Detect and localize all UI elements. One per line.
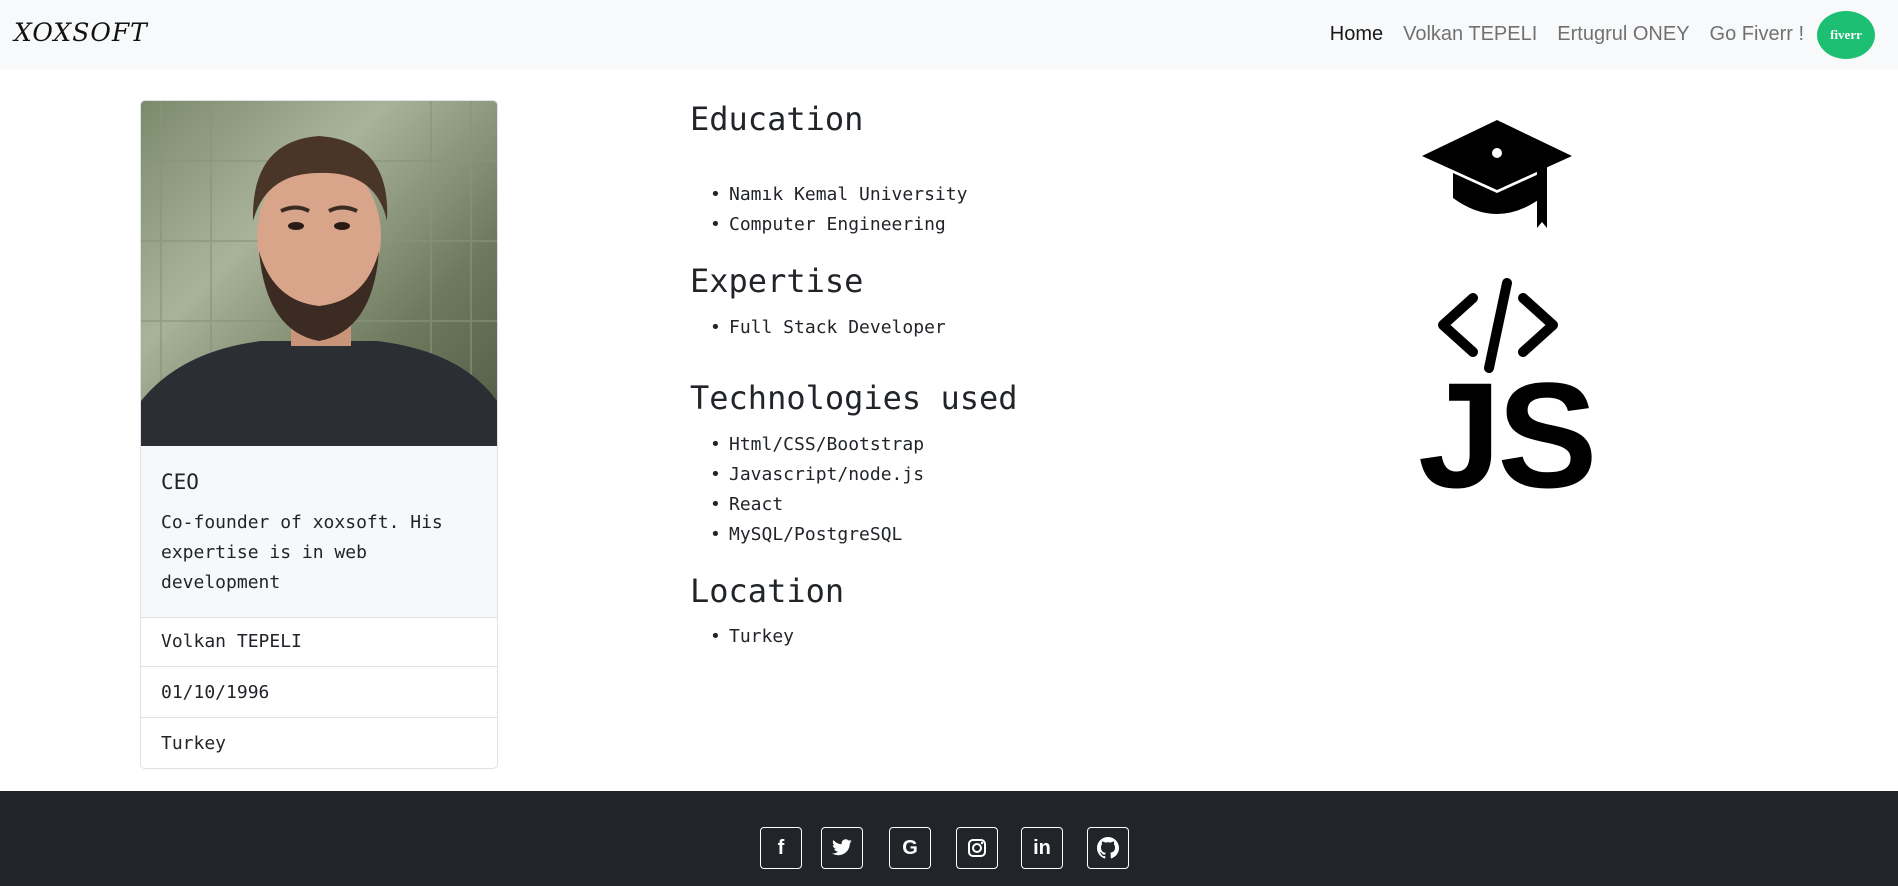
location-heading: Location bbox=[690, 572, 845, 610]
fiverr-logo-text: fiverr bbox=[1830, 27, 1862, 42]
twitter-icon[interactable]: t bbox=[821, 827, 863, 869]
instagram-camera-icon bbox=[968, 839, 986, 857]
instagram-icon[interactable]: ◎ bbox=[956, 827, 998, 869]
expertise-list: Full Stack Developer bbox=[690, 313, 946, 343]
profile-title: CEO bbox=[161, 470, 199, 494]
profile-country: Turkey bbox=[161, 733, 227, 754]
education-heading: Education bbox=[690, 100, 864, 138]
technologies-heading: Technologies used bbox=[690, 379, 1018, 417]
list-item: Turkey bbox=[690, 622, 794, 652]
list-item: Html/CSS/Bootstrap bbox=[690, 430, 924, 460]
education-list: Namık Kemal University Computer Engineer… bbox=[690, 180, 967, 240]
list-item: React bbox=[690, 490, 924, 520]
facebook-icon[interactable]: f bbox=[760, 827, 802, 869]
nav-links: Home Volkan TEPELI Ertugrul ONEY Go Five… bbox=[1310, 0, 1804, 69]
technologies-list: Html/CSS/Bootstrap Javascript/node.js Re… bbox=[690, 430, 924, 550]
profile-description: Co-founder of xoxsoft. His expertise is … bbox=[161, 512, 443, 593]
nav-ertugrul-oney[interactable]: Ertugrul ONEY bbox=[1557, 23, 1689, 46]
list-item: Javascript/node.js bbox=[690, 460, 924, 490]
google-icon[interactable]: G bbox=[889, 827, 931, 869]
profile-card: CEO Co-founder of xoxsoft. His expertise… bbox=[140, 100, 498, 769]
google-glyph: G bbox=[902, 836, 918, 859]
brand-logo[interactable]: XOXSOFT bbox=[14, 18, 148, 47]
list-item: Full Stack Developer bbox=[690, 313, 946, 343]
list-item: Computer Engineering bbox=[690, 210, 967, 240]
nav-go-fiverr[interactable]: Go Fiverr ! bbox=[1710, 23, 1804, 46]
list-item: MySQL/PostgreSQL bbox=[690, 520, 924, 550]
profile-photo bbox=[141, 101, 497, 446]
github-icon[interactable]: gh bbox=[1087, 827, 1129, 869]
fiverr-logo-icon[interactable]: fiverr bbox=[1817, 11, 1875, 59]
github-octocat-icon bbox=[1097, 837, 1119, 859]
footer: f t G ◎ in gh bbox=[0, 791, 1898, 886]
facebook-glyph: f bbox=[777, 836, 785, 859]
nav-volkan-tepeli[interactable]: Volkan TEPELI bbox=[1403, 23, 1537, 46]
twitter-bird-icon bbox=[832, 839, 852, 856]
location-list: Turkey bbox=[690, 622, 794, 652]
expertise-heading: Expertise bbox=[690, 262, 864, 300]
profile-birthdate: 01/10/1996 bbox=[141, 668, 497, 718]
profile-card-body: CEO Co-founder of xoxsoft. His expertise… bbox=[141, 446, 497, 618]
linkedin-glyph: in bbox=[1033, 836, 1051, 859]
graduation-cap-icon bbox=[1420, 118, 1575, 234]
list-item: Namık Kemal University bbox=[690, 180, 967, 210]
linkedin-icon[interactable]: in bbox=[1021, 827, 1063, 869]
navbar: XOXSOFT Home Volkan TEPELI Ertugrul ONEY… bbox=[0, 0, 1898, 69]
nav-home[interactable]: Home bbox=[1330, 23, 1383, 46]
javascript-icon: JS bbox=[1418, 351, 1597, 519]
profile-name: Volkan TEPELI bbox=[141, 617, 497, 667]
